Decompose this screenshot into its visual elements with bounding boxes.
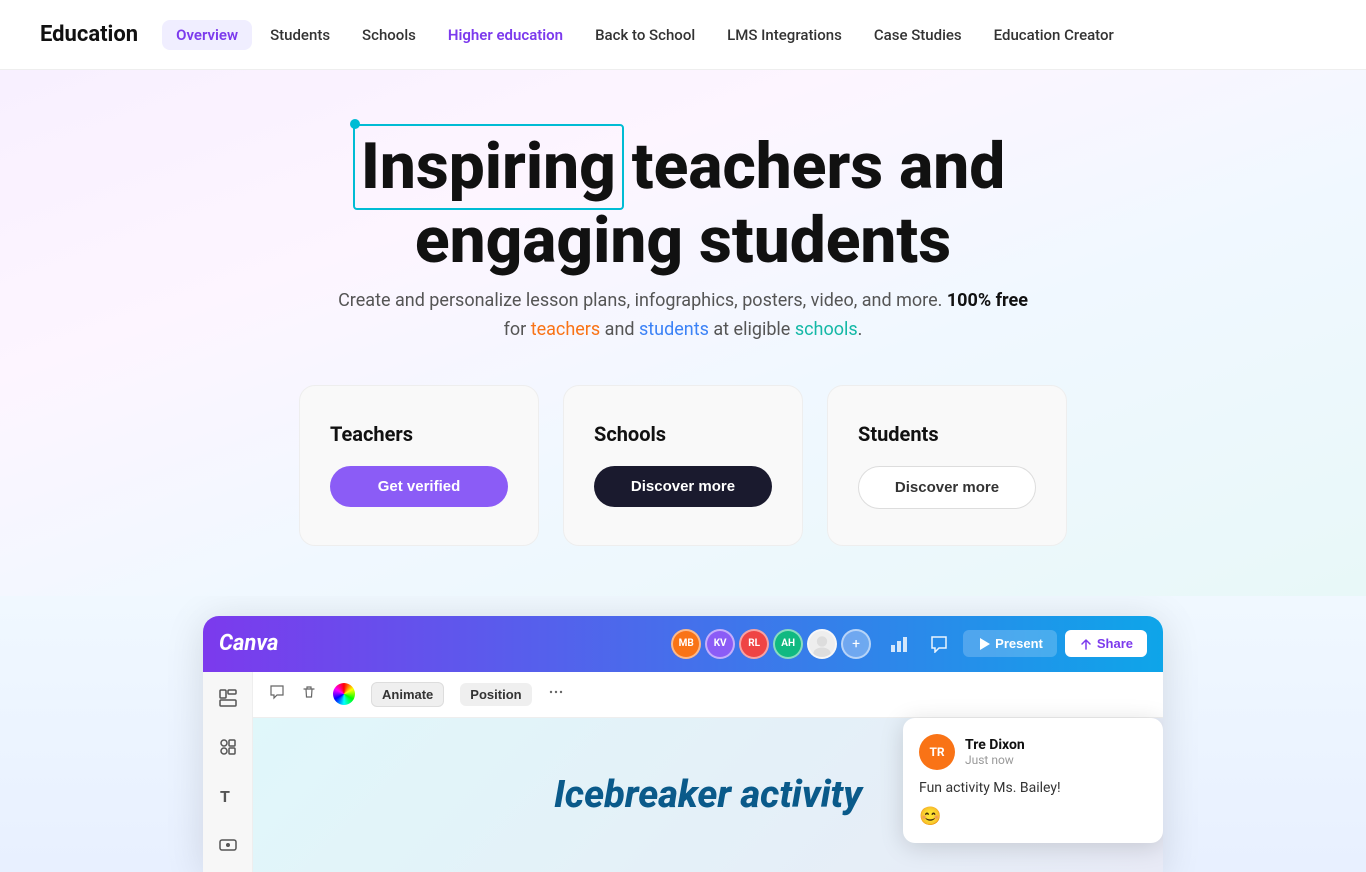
topbar-actions: Present Share <box>883 628 1147 660</box>
avatar-ah: AH <box>773 629 803 659</box>
hero-students-text: students <box>639 319 709 340</box>
hero-title: Inspiring teachers and engaging students <box>40 130 1326 277</box>
schools-discover-button[interactable]: Discover more <box>594 466 772 507</box>
nav-link-overview[interactable]: Overview <box>162 20 252 50</box>
avatar-mb: MB <box>671 629 701 659</box>
toolbar-brand-icon[interactable] <box>211 829 245 862</box>
canva-window: Canva MB KV RL AH + Pr <box>203 616 1163 872</box>
position-button[interactable]: Position <box>460 683 531 706</box>
toolbar-text-icon[interactable]: T <box>211 780 245 813</box>
comment-initials: TR <box>929 745 944 759</box>
students-card-title: Students <box>858 422 939 446</box>
nav-link-lms[interactable]: LMS Integrations <box>713 20 856 50</box>
comment-edit-icon[interactable] <box>269 684 285 704</box>
nav-links: Overview Students Schools Higher educati… <box>162 20 1128 50</box>
schools-card: Schools Discover more <box>563 385 803 546</box>
students-card: Students Discover more <box>827 385 1067 546</box>
color-picker[interactable] <box>333 683 355 705</box>
toolbar-elements-icon[interactable] <box>211 731 245 764</box>
hero-teachers-text: teachers <box>531 319 601 340</box>
comment-meta: Tre Dixon Just now <box>965 737 1025 767</box>
more-options-icon[interactable] <box>548 684 564 704</box>
avatar-rl: RL <box>739 629 769 659</box>
comment-popup: TR Tre Dixon Just now Fun activity Ms. B… <box>903 718 1163 843</box>
canva-avatars: MB KV RL AH + <box>671 629 871 659</box>
mockup-section: Canva MB KV RL AH + Pr <box>0 596 1366 872</box>
comment-icon[interactable] <box>923 628 955 660</box>
hero-subtitle: Create and personalize lesson plans, inf… <box>333 287 1033 345</box>
avatar-kv: KV <box>705 629 735 659</box>
hero-free-text: 100% free <box>947 290 1028 311</box>
avatar-photo <box>807 629 837 659</box>
canva-topbar: Canva MB KV RL AH + Pr <box>203 616 1163 672</box>
avatar-plus[interactable]: + <box>841 629 871 659</box>
comment-name: Tre Dixon <box>965 737 1025 753</box>
comment-text: Fun activity Ms. Bailey! <box>919 780 1147 796</box>
present-button[interactable]: Present <box>963 630 1057 657</box>
canvas-icebreaker-text: Icebreaker activity <box>554 773 862 817</box>
nav-link-back-to-school[interactable]: Back to School <box>581 20 709 50</box>
canva-logo: Canva <box>219 631 278 656</box>
share-label: Share <box>1097 636 1133 651</box>
students-discover-button[interactable]: Discover more <box>858 466 1036 509</box>
nav-link-higher-education[interactable]: Higher education <box>434 20 577 50</box>
nav-link-schools[interactable]: Schools <box>348 20 430 50</box>
canva-editor-top: Animate Position <box>253 672 1163 718</box>
svg-text:T: T <box>220 787 230 806</box>
teachers-card: Teachers Get verified <box>299 385 539 546</box>
canva-toolbar: T <box>203 672 253 872</box>
nav-link-students[interactable]: Students <box>256 20 344 50</box>
navigation: Education Overview Students Schools High… <box>0 0 1366 70</box>
hero-schools-text: schools <box>795 319 858 340</box>
chart-icon[interactable] <box>883 628 915 660</box>
nav-link-education-creator[interactable]: Education Creator <box>980 20 1128 50</box>
animate-button[interactable]: Animate <box>371 682 444 707</box>
hero-title-part2: teachers and <box>616 129 1005 204</box>
cards-row: Teachers Get verified Schools Discover m… <box>40 385 1326 546</box>
get-verified-button[interactable]: Get verified <box>330 466 508 507</box>
comment-time: Just now <box>965 753 1025 767</box>
nav-brand: Education <box>40 22 138 47</box>
comment-avatar: TR <box>919 734 955 770</box>
present-label: Present <box>995 636 1043 651</box>
hero-title-line2: engaging students <box>415 203 951 278</box>
hero-section: Inspiring teachers and engaging students… <box>0 70 1366 596</box>
teachers-card-title: Teachers <box>330 422 413 446</box>
emoji-reaction-button[interactable]: 😊 <box>919 806 1147 827</box>
comment-header: TR Tre Dixon Just now <box>919 734 1147 770</box>
canva-body: T Animate Position <box>203 672 1163 872</box>
hero-highlight-inspiring: Inspiring <box>361 130 616 204</box>
nav-link-case-studies[interactable]: Case Studies <box>860 20 976 50</box>
delete-icon[interactable] <box>301 684 317 704</box>
toolbar-template-icon[interactable] <box>211 682 245 715</box>
schools-card-title: Schools <box>594 422 666 446</box>
share-button[interactable]: Share <box>1065 630 1147 657</box>
